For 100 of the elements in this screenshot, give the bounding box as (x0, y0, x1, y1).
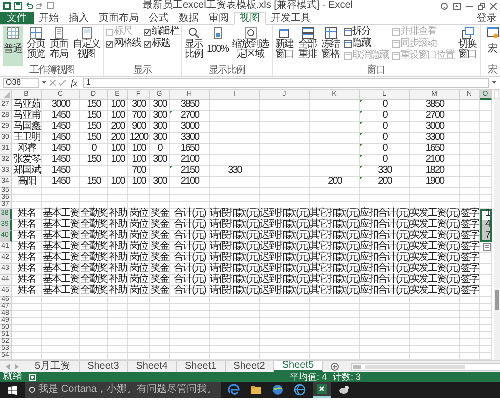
checkbox[interactable] (144, 40, 151, 48)
table-cell-text: 高阳 (17, 177, 37, 188)
table-cell-text: 姓名 (17, 231, 37, 241)
table-cell-text: 应扣合计(元) (360, 242, 410, 252)
ribbon-button[interactable]: 显示比例 (184, 26, 204, 66)
ribbon-button[interactable]: 缩放到选定区域 (232, 26, 270, 66)
table-cell-text: 其它扣款(元) (310, 231, 360, 241)
sheet-tab[interactable]: Sheet5 (274, 361, 324, 372)
search-field[interactable]: 我是 Cortana，小娜。有问题尽管问我。 (25, 382, 221, 398)
table-cell-text: 其它扣款(元) (310, 242, 360, 252)
checkbox[interactable] (144, 28, 151, 36)
redo-icon[interactable] (36, 2, 44, 10)
status-stat: 平均值: 4 (290, 372, 327, 382)
table-cell-text: 1650 (180, 144, 201, 155)
table-cell-text: 邓睿 (18, 144, 38, 154)
ribbon-tab[interactable]: 视图 (234, 12, 266, 25)
table-cell: 200 (360, 177, 410, 188)
table-cell-text: 岗位 (129, 286, 150, 297)
folder-icon[interactable] (250, 384, 262, 396)
restore-icon[interactable] (478, 2, 485, 10)
ribbon-tab[interactable]: 文件 (0, 12, 34, 24)
table-cell-text: 300 (152, 177, 168, 188)
table-cell-text: 全勤奖 (80, 275, 108, 285)
ribbon-button[interactable]: 100% (207, 26, 229, 66)
table-cell-text: 基本工资 (42, 242, 80, 252)
ribbon-button[interactable]: 自定义视图 (72, 26, 101, 66)
ribbon-tab[interactable]: 公式 (144, 12, 174, 24)
help-icon[interactable] (441, 2, 448, 10)
table-cell-text: 姓名 (17, 275, 37, 285)
table-cell-text: 迟到扣款(元) (260, 231, 310, 241)
table-cell-text: 姓名 (17, 242, 37, 252)
table-cell-text: 700 (131, 111, 148, 122)
ribbon-tab[interactable]: 开始 (34, 12, 64, 24)
ribbon-button[interactable]: 普通 (3, 26, 23, 66)
ribbon-button[interactable]: 新建窗口 (274, 26, 295, 66)
expand-icon[interactable] (492, 81, 497, 85)
table-cell-text: 300 (152, 122, 168, 133)
table-cell-text: 奖金 (150, 220, 170, 230)
horizontal-scrollbar[interactable] (351, 362, 500, 370)
ribbon-button[interactable]: 宏 (482, 26, 500, 66)
formula-field[interactable]: 1 (82, 78, 489, 88)
ribbon-button[interactable]: 冻结窗格 (320, 26, 341, 66)
table-cell: 0 (360, 144, 410, 155)
spreadsheet-icon[interactable] (316, 383, 328, 395)
table-cell-text: 1450 (50, 166, 72, 177)
globe-icon[interactable] (272, 384, 284, 396)
checkbox[interactable] (106, 40, 113, 48)
ribbon-button[interactable]: 切换窗口 (458, 26, 478, 66)
table-cell-text: 奖金 (150, 231, 170, 241)
ribbon-tab[interactable]: 数据 (174, 12, 204, 24)
insert-function-button[interactable]: fx (69, 78, 80, 88)
table-cell-text: 奖金 (150, 264, 170, 274)
group-label: 宏 (487, 66, 498, 76)
table-cell-text: 3300 (424, 133, 446, 144)
table-cell: 330 (360, 166, 410, 177)
table-cell-text: 奖金 (150, 253, 170, 263)
table-cell-text: 岗位 (129, 275, 150, 285)
table-cell: 全勤奖 (80, 286, 108, 297)
check-icon[interactable] (59, 80, 66, 86)
table-cell-text: 岗位 (129, 253, 150, 263)
ribbon-button[interactable]: 分页预览 (26, 26, 46, 66)
table-cell: 0 (360, 100, 410, 111)
table-cell: 2700 (170, 111, 210, 122)
windows-logo-icon[interactable] (8, 386, 17, 394)
ribbon-display-icon[interactable] (453, 2, 461, 10)
sign-in-link[interactable]: 登录 (477, 12, 500, 24)
ribbon-tab[interactable]: 开发工具 (266, 12, 316, 24)
ribbon-button[interactable]: 页面布局 (49, 26, 69, 66)
table-cell-text: 签字 (460, 220, 480, 230)
macro-record-icon[interactable] (29, 374, 36, 380)
quick-analysis-icon[interactable] (483, 243, 491, 251)
table-cell-text: 应扣合计(元) (360, 231, 410, 241)
ribbon-button[interactable]: 全部重排 (298, 26, 318, 66)
table-cell-text: 100 (131, 177, 148, 188)
vertical-scrollbar[interactable] (494, 90, 500, 360)
table-cell-text: 签字 (460, 209, 480, 219)
window-icon (392, 28, 400, 36)
table-cell-text: 签字 (460, 275, 480, 285)
globe-icon[interactable] (294, 384, 306, 396)
table-cell-text: 1200 (128, 133, 150, 144)
close-icon[interactable] (490, 2, 497, 10)
table-cell-text: 2100 (424, 155, 446, 166)
name-box[interactable]: O38 (3, 78, 39, 88)
ribbon-button[interactable]: 隐藏 (344, 39, 389, 49)
save-icon[interactable] (14, 2, 22, 10)
ribbon-tab[interactable]: 插入 (64, 12, 94, 24)
ribbon-tab[interactable]: 审阅 (204, 12, 234, 24)
undo-icon[interactable] (25, 2, 33, 10)
caret-icon[interactable] (42, 81, 47, 85)
ribbon-tab[interactable]: 页面布局 (94, 12, 144, 24)
table-cell-text: 全勤奖 (80, 220, 108, 230)
ribbon-button[interactable]: 拆分 (344, 27, 389, 37)
checkbox-label: 编辑栏 (152, 27, 179, 37)
table-cell-text: 合计(元) (173, 286, 208, 297)
table-cell-text: 100 (110, 155, 126, 166)
table-cell-text: 合计(元) (173, 209, 208, 219)
add-sheet-icon[interactable] (331, 362, 340, 370)
table-cell-text: 迟到扣款(元) (260, 220, 310, 230)
group-label: 工作簿视图 (28, 66, 76, 76)
table-cell-text: 请假扣款(元) (210, 242, 260, 252)
